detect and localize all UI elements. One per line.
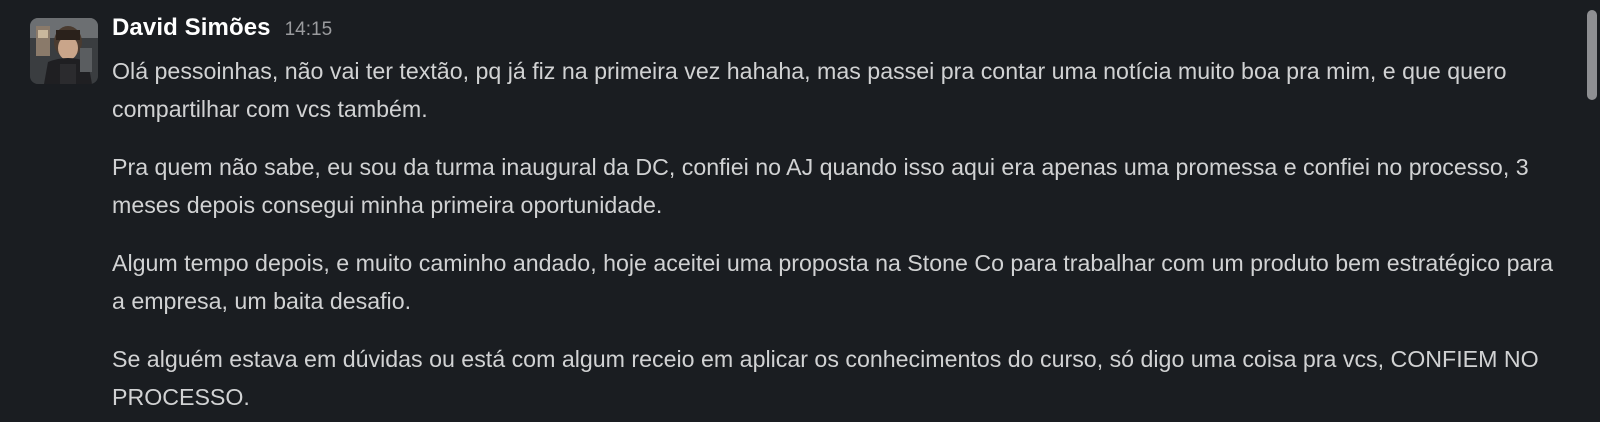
scrollbar-thumb[interactable] bbox=[1587, 10, 1597, 100]
message-timestamp[interactable]: 14:15 bbox=[285, 19, 333, 41]
message-paragraph-4: Se alguém estava em dúvidas ou está com … bbox=[112, 346, 1539, 410]
author-name[interactable]: David Simões bbox=[112, 14, 271, 42]
message-paragraph-1: Olá pessoinhas, não vai ter textão, pq j… bbox=[112, 58, 1507, 122]
message-paragraph-3: Algum tempo depois, e muito caminho anda… bbox=[112, 250, 1554, 314]
message-paragraph-2: Pra quem não sabe, eu sou da turma inaug… bbox=[112, 154, 1529, 218]
chat-message: David Simões 14:15 Olá pessoinhas, não v… bbox=[0, 0, 1600, 422]
user-avatar-photo-icon bbox=[30, 18, 98, 84]
message-body: David Simões 14:15 Olá pessoinhas, não v… bbox=[112, 14, 1572, 416]
message-header: David Simões 14:15 bbox=[112, 14, 1572, 48]
scrollbar[interactable] bbox=[1582, 0, 1600, 422]
avatar[interactable] bbox=[30, 18, 98, 84]
